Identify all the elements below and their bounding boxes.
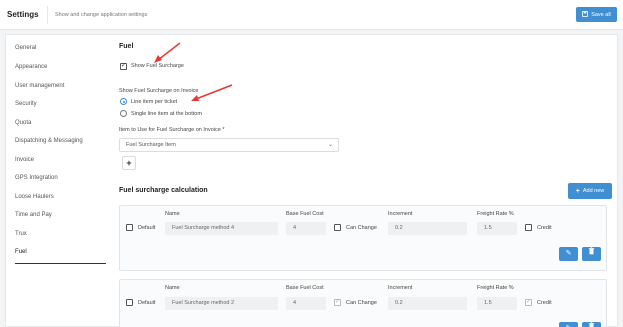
base-fuel-cost-value: 4 xyxy=(293,300,297,306)
surcharge-on-invoice-label: Show Fuel Surcharge on Invoice xyxy=(119,88,199,94)
base-fuel-cost-header: Base Fuel Cost xyxy=(286,285,324,291)
default-label: Default xyxy=(138,225,156,231)
sidebar-item-quota[interactable]: Quota xyxy=(15,120,31,126)
increment-value: 0.2 xyxy=(395,225,403,231)
page-title: Settings xyxy=(7,10,39,19)
add-new-button[interactable]: + Add new xyxy=(568,183,612,199)
can-change-checkbox[interactable] xyxy=(334,298,341,306)
radio-line-item-per-ticket[interactable] xyxy=(120,98,127,105)
increment-header: Increment xyxy=(388,285,413,291)
name-header: Name xyxy=(165,285,180,291)
annotation-arrow-icon xyxy=(191,84,233,101)
line-item-per-ticket-label: Line item per ticket xyxy=(131,99,178,105)
increment-field[interactable]: 0.2 xyxy=(388,222,467,235)
method-name-field[interactable]: Fuel Surcharge method 2 xyxy=(165,297,278,310)
surcharge-item-select[interactable]: Fuel Surcharge Item ⌄ xyxy=(119,138,339,152)
freight-rate-field[interactable]: 1.5 xyxy=(477,222,517,235)
credit-checkbox[interactable] xyxy=(525,298,532,306)
credit-checkbox[interactable] xyxy=(525,224,532,231)
method-card-1: Name Base Fuel Cost Increment Freight Ra… xyxy=(119,205,607,271)
can-change-checkbox[interactable] xyxy=(334,224,341,231)
delete-button[interactable] xyxy=(582,322,601,327)
settings-sidebar: General Appearance User management Secur… xyxy=(6,35,109,326)
freight-rate-field[interactable]: 1.5 xyxy=(477,297,517,310)
method-card-2: Name Base Fuel Cost Increment Freight Ra… xyxy=(119,279,607,327)
surcharge-item-value: Fuel Surcharge Item xyxy=(126,142,176,148)
sidebar-item-user-management[interactable]: User management xyxy=(15,83,64,89)
increment-value: 0.2 xyxy=(395,300,403,306)
base-fuel-cost-header: Base Fuel Cost xyxy=(286,211,324,217)
save-icon xyxy=(582,10,589,19)
increment-header: Increment xyxy=(388,211,413,217)
sidebar-item-general[interactable]: General xyxy=(15,45,36,51)
sidebar-item-dispatching[interactable]: Dispatching & Messaging xyxy=(15,138,83,144)
surcharge-item-label: Item to Use for Fuel Surcharge on Invoic… xyxy=(119,127,225,133)
header-divider xyxy=(47,6,48,24)
sidebar-item-appearance[interactable]: Appearance xyxy=(15,64,47,70)
edit-button[interactable]: ✎ xyxy=(559,322,578,327)
credit-label: Credit xyxy=(537,300,552,306)
edit-icon: ✎ xyxy=(565,250,572,257)
can-change-label: Can Change xyxy=(346,300,377,306)
page-header: Settings Show and change application set… xyxy=(0,0,623,30)
fuel-section-title: Fuel xyxy=(119,43,134,50)
sidebar-item-loose-haulers[interactable]: Loose Haulers xyxy=(15,194,54,200)
increment-field[interactable]: 0.2 xyxy=(388,297,467,310)
credit-label: Credit xyxy=(537,225,552,231)
save-all-label: Save all xyxy=(591,11,611,18)
sidebar-item-time-and-pay[interactable]: Time and Pay xyxy=(15,212,52,218)
base-fuel-cost-value: 4 xyxy=(293,225,297,231)
freight-rate-header: Freight Rate % xyxy=(477,285,514,291)
default-checkbox[interactable] xyxy=(126,224,133,231)
base-fuel-cost-field[interactable]: 4 xyxy=(286,222,326,235)
can-change-label: Can Change xyxy=(346,225,377,231)
page-subtitle: Show and change application settings xyxy=(55,12,148,18)
annotation-arrow-icon xyxy=(154,42,181,63)
method-name-value: Fuel Surcharge method 2 xyxy=(172,300,235,306)
method-name-value: Fuel Surcharge method 4 xyxy=(172,225,235,231)
sidebar-item-trux[interactable]: Trux xyxy=(15,231,27,237)
plus-icon: + xyxy=(575,187,580,195)
add-new-label: Add new xyxy=(582,188,605,194)
show-fuel-surcharge-checkbox[interactable] xyxy=(120,62,127,70)
sidebar-item-invoice[interactable]: Invoice xyxy=(15,157,34,163)
radio-single-line-item[interactable] xyxy=(120,110,127,117)
base-fuel-cost-field[interactable]: 4 xyxy=(286,297,326,310)
default-label: Default xyxy=(138,300,156,306)
trash-icon xyxy=(588,247,595,257)
calculation-section-title: Fuel surcharge calculation xyxy=(119,187,208,194)
freight-rate-value: 1.5 xyxy=(484,300,492,306)
sidebar-item-gps-integration[interactable]: GPS Integration xyxy=(15,175,58,181)
single-line-item-label: Single line item at the bottom xyxy=(131,111,202,117)
name-header: Name xyxy=(165,211,180,217)
delete-button[interactable] xyxy=(582,247,601,261)
default-checkbox[interactable] xyxy=(126,299,133,306)
save-all-button[interactable]: Save all xyxy=(576,7,617,22)
sidebar-item-fuel[interactable]: Fuel xyxy=(15,249,27,255)
freight-rate-value: 1.5 xyxy=(484,225,492,231)
freight-rate-header: Freight Rate % xyxy=(477,211,514,217)
settings-panel: General Appearance User management Secur… xyxy=(5,34,618,327)
chevron-down-icon: ⌄ xyxy=(327,142,333,148)
sidebar-item-security[interactable]: Security xyxy=(15,101,37,107)
sidebar-active-underline xyxy=(15,263,106,264)
method-name-field[interactable]: Fuel Surcharge method 4 xyxy=(165,222,278,235)
edit-button[interactable]: ✎ xyxy=(559,247,578,261)
add-item-button[interactable]: + xyxy=(122,156,136,170)
